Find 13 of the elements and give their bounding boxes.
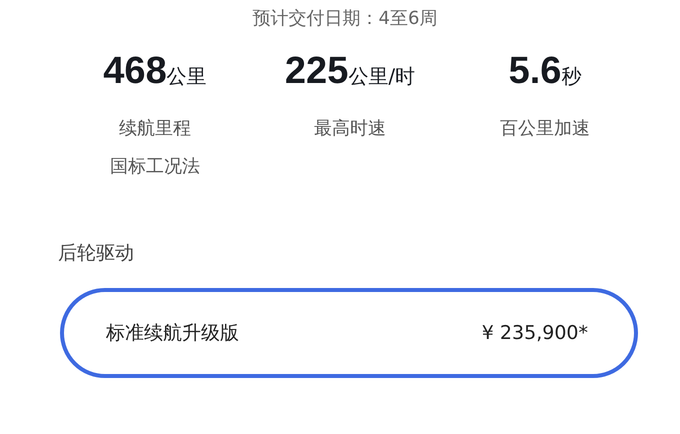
trim-option[interactable]: 标准续航升级版 ¥ 235,900* [60,288,638,378]
stat-label: 最高时速 [314,117,386,141]
stat-label: 国标工况法 [110,155,200,179]
stat-unit: 公里 [166,63,207,90]
stat-value: 5.6 [508,50,562,93]
stat-unit: 公里/时 [348,63,416,90]
stat-label: 百公里加速 [500,117,590,141]
stat-unit: 秒 [561,63,582,90]
delivery-date: 预计交付日期：4至6周 [252,7,438,31]
stat-value: 468 [103,50,167,93]
stat-value: 225 [284,50,348,93]
stat-label: 续航里程 [119,117,191,141]
section-title: 后轮驱动 [58,241,135,266]
